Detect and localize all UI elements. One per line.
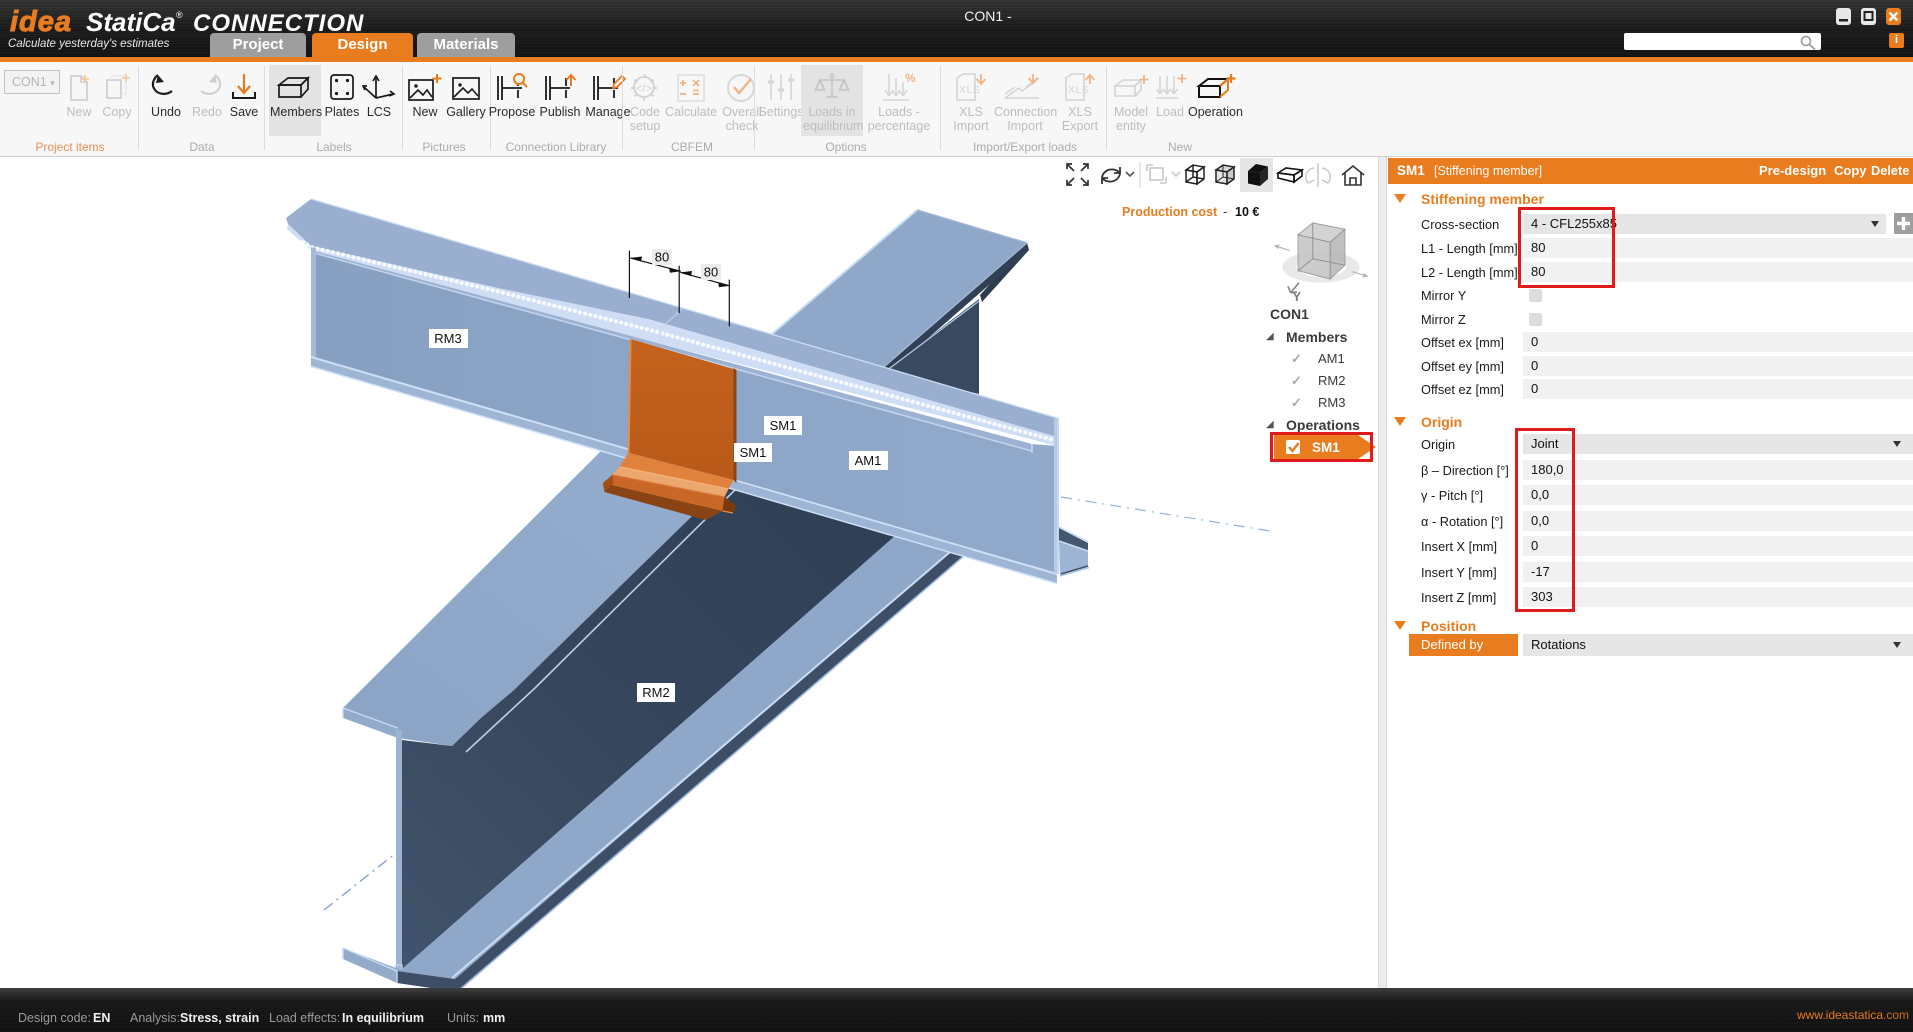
svg-text:80: 80 [704, 265, 718, 280]
svg-text:®: ® [176, 10, 183, 20]
svg-text:Y: Y [1293, 289, 1302, 304]
svg-text:SM1: SM1 [740, 445, 767, 460]
svg-text:Production cost: Production cost [1122, 205, 1218, 219]
svg-text:StatiCa: StatiCa [86, 7, 176, 37]
svg-text:XLS: XLS [959, 84, 980, 96]
svg-text:idea: idea [10, 6, 72, 38]
svg-text:%: % [905, 72, 916, 85]
svg-text:RM2: RM2 [642, 685, 669, 700]
svg-text:XLS: XLS [1068, 84, 1089, 96]
svg-text:-: - [1223, 205, 1227, 219]
svg-text:RM3: RM3 [434, 331, 461, 346]
svg-text:AM1: AM1 [855, 453, 882, 468]
svg-text:80: 80 [655, 250, 669, 265]
svg-text:SM1: SM1 [770, 418, 797, 433]
svg-text:</>: </> [636, 83, 652, 95]
svg-text:10 €: 10 € [1235, 205, 1259, 219]
